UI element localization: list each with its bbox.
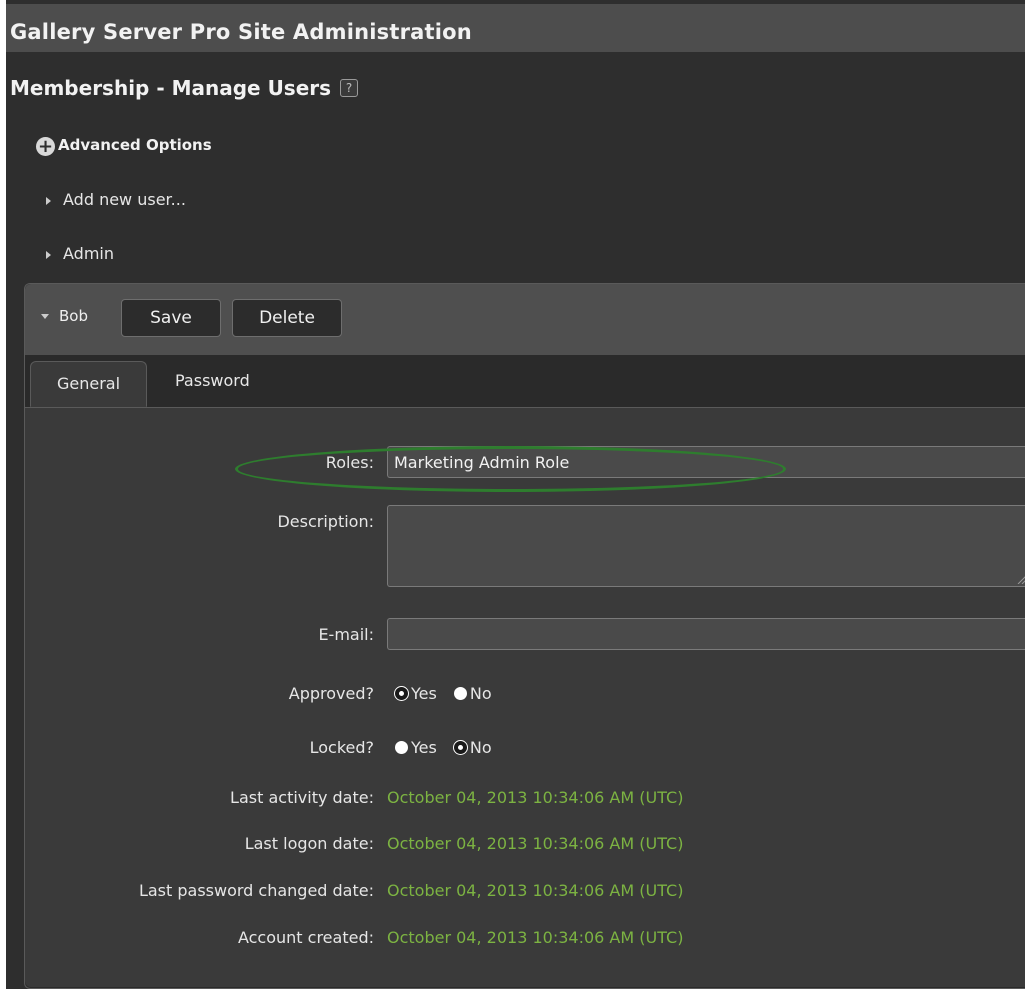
expand-arrow-icon	[46, 197, 51, 205]
approved-label: Approved?	[288, 684, 374, 703]
email-label: E-mail:	[318, 625, 374, 644]
plus-icon: +	[36, 136, 55, 157]
email-field[interactable]	[387, 618, 1025, 650]
account-created-label: Account created:	[237, 928, 374, 947]
advanced-options-label: Advanced Options	[58, 136, 212, 154]
user-row-bob[interactable]: Bob	[41, 307, 88, 325]
general-tab-content: Roles: Description: E-mail: Approved? Ye…	[25, 408, 1025, 987]
user-row-label: Bob	[59, 307, 88, 325]
roles-label: Roles:	[325, 453, 374, 472]
approved-yes-radio[interactable]	[395, 687, 408, 700]
page-heading: Membership - Manage Users ?	[10, 76, 359, 100]
description-field[interactable]	[387, 505, 1025, 587]
last-activity-value: October 04, 2013 10:34:06 AM (UTC)	[387, 788, 684, 807]
last-logon-label: Last logon date:	[244, 834, 374, 853]
resize-grip-icon[interactable]	[1016, 574, 1025, 584]
last-password-changed-label: Last password changed date:	[138, 881, 374, 900]
save-button[interactable]: Save	[121, 299, 221, 337]
user-row-admin[interactable]: Admin	[46, 244, 114, 263]
tab-strip: General Password	[25, 355, 1025, 408]
site-header-bar: Gallery Server Pro Site Administration	[6, 4, 1025, 52]
user-row-label: Add new user...	[63, 190, 186, 209]
description-label: Description:	[277, 512, 374, 531]
user-panel-header: Bob Save Delete	[25, 284, 1025, 355]
locked-yes-radio[interactable]	[395, 741, 408, 754]
approved-no-label[interactable]: No	[470, 684, 492, 703]
admin-page: Gallery Server Pro Site Administration M…	[6, 0, 1025, 989]
advanced-options-toggle[interactable]: + Advanced Options	[36, 136, 212, 156]
user-detail-panel: Bob Save Delete General Password Roles: …	[24, 283, 1025, 989]
account-created-value: October 04, 2013 10:34:06 AM (UTC)	[387, 928, 684, 947]
user-row-label: Admin	[63, 244, 114, 263]
approved-radio-group: Yes No	[395, 684, 504, 703]
approved-no-radio[interactable]	[453, 687, 467, 700]
approved-yes-label[interactable]: Yes	[411, 684, 437, 703]
locked-label: Locked?	[309, 738, 374, 757]
expand-arrow-icon	[46, 251, 51, 259]
tab-general[interactable]: General	[30, 361, 147, 407]
site-title: Gallery Server Pro Site Administration	[10, 20, 472, 44]
user-row-add-new[interactable]: Add new user...	[46, 190, 186, 209]
last-activity-label: Last activity date:	[230, 788, 374, 807]
locked-yes-label[interactable]: Yes	[411, 738, 437, 757]
locked-no-radio[interactable]	[453, 741, 467, 754]
locked-no-label[interactable]: No	[470, 738, 492, 757]
locked-radio-group: Yes No	[395, 738, 504, 757]
roles-field[interactable]	[387, 446, 1025, 478]
collapse-arrow-icon	[41, 314, 49, 319]
last-logon-value: October 04, 2013 10:34:06 AM (UTC)	[387, 834, 684, 853]
delete-button[interactable]: Delete	[232, 299, 342, 337]
last-password-changed-value: October 04, 2013 10:34:06 AM (UTC)	[387, 881, 684, 900]
tab-password[interactable]: Password	[175, 371, 250, 390]
page-title: Membership - Manage Users	[10, 76, 332, 100]
help-icon[interactable]: ?	[340, 79, 359, 97]
